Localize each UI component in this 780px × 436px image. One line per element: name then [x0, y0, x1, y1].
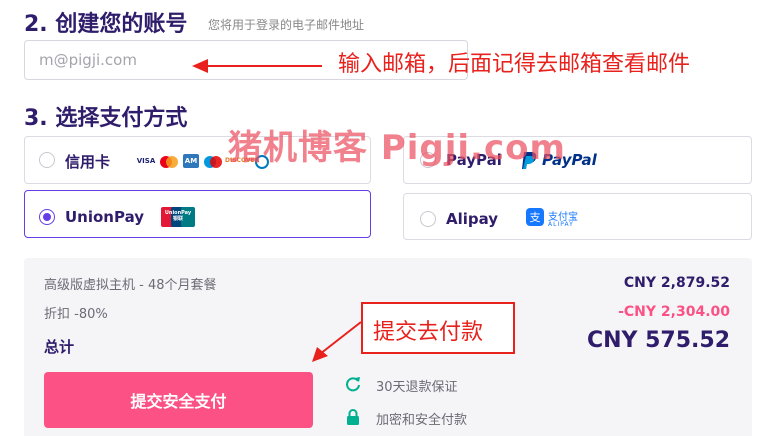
- alipay-logo-icon: 支: [526, 208, 544, 226]
- payment-option-label: Alipay: [446, 210, 499, 228]
- mastercard-icon: [159, 154, 179, 168]
- annotation-email-note: 输入邮箱，后面记得去邮箱查看邮件: [338, 52, 691, 77]
- radio-alipay[interactable]: [420, 211, 436, 227]
- payment-option-label: 信用卡: [65, 153, 111, 171]
- watermark: 猪机博客 Pigji.com: [228, 128, 566, 168]
- payment-section-title: 3. 选择支付方式: [24, 106, 188, 131]
- total-value: CNY 575.52: [586, 328, 730, 353]
- payment-option-alipay[interactable]: Alipay 支 支付宝 ALIPAY: [403, 193, 752, 240]
- svg-text:支: 支: [530, 211, 541, 224]
- plan-price: CNY 2,879.52: [623, 275, 730, 291]
- annotation-arrow-email: [192, 59, 322, 73]
- payment-option-unionpay[interactable]: UnionPay UnionPay 银联: [24, 190, 371, 238]
- feature-secure-payment: 加密和安全付款: [376, 413, 468, 428]
- alipay-brand-sub: ALIPAY: [548, 221, 574, 228]
- plan-label: 高级版虚拟主机 - 48个月套餐: [44, 278, 217, 293]
- annotation-submit-note: 提交去付款: [373, 320, 484, 345]
- submit-payment-button[interactable]: 提交安全支付: [44, 372, 313, 428]
- account-section-title: 2. 创建您的账号: [24, 12, 188, 37]
- discount-label: 折扣 -80%: [44, 307, 108, 322]
- discount-value: -CNY 2,304.00: [618, 304, 730, 320]
- maestro-icon: [203, 154, 223, 168]
- account-section-subtitle: 您将用于登录的电子邮件地址: [208, 18, 365, 32]
- annotation-submit-box: 提交去付款: [361, 302, 515, 354]
- amex-icon: AM: [183, 154, 199, 168]
- visa-icon: VISA: [135, 154, 157, 168]
- annotation-arrow-submit: [312, 321, 362, 362]
- feature-money-back: 30天退款保证: [376, 380, 458, 395]
- payment-option-label: UnionPay: [65, 208, 145, 226]
- lock-icon: [347, 409, 359, 425]
- total-label: 总计: [44, 338, 75, 356]
- radio-unionpay[interactable]: [39, 209, 55, 225]
- unionpay-brand: UnionPay 银联: [164, 210, 192, 222]
- refresh-icon: [346, 377, 360, 392]
- radio-credit-card[interactable]: [39, 152, 55, 168]
